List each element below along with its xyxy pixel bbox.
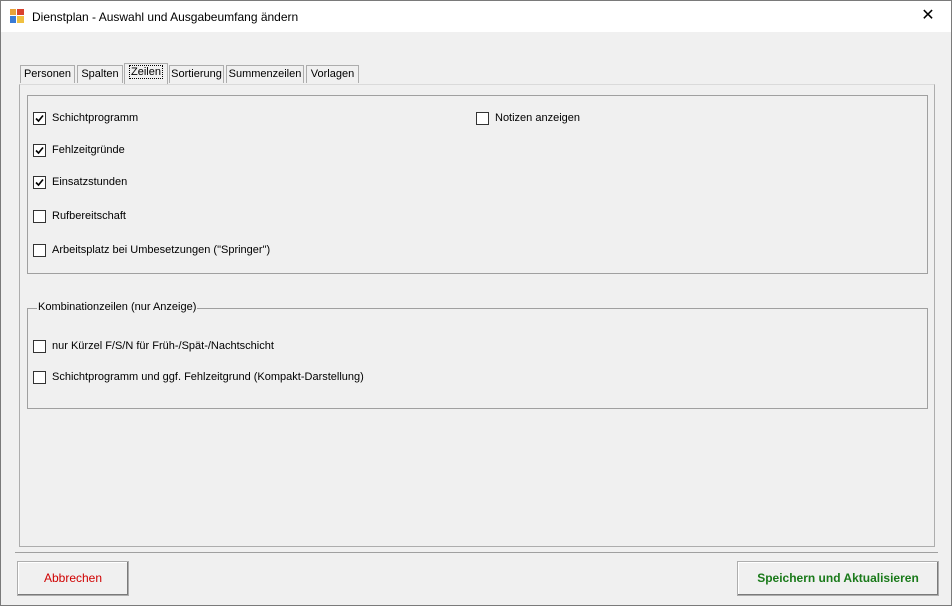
checkbox-label: Schichtprogramm	[52, 112, 139, 124]
dienstplan-app-icon	[10, 9, 24, 23]
tab-personen[interactable]: Personen	[20, 65, 75, 83]
checkbox-label: Fehlzeitgründe	[52, 144, 125, 156]
checkbox-box[interactable]	[476, 112, 489, 125]
checkbox-label: Schichtprogramm und ggf. Fehlzeitgrund (…	[52, 371, 364, 383]
checkbox-box[interactable]	[33, 244, 46, 257]
tab-label: Personen	[23, 68, 72, 80]
checkbox-box[interactable]	[33, 176, 46, 189]
checkbox-label: Einsatzstunden	[52, 176, 128, 188]
title-bar[interactable]: Dienstplan - Auswahl und Ausgabeumfang ä…	[1, 1, 951, 32]
checkbox-box[interactable]	[33, 112, 46, 125]
tab-label: Spalten	[81, 68, 119, 80]
tab-summenzeilen[interactable]: Summenzeilen	[226, 65, 304, 83]
checkbox-box[interactable]	[33, 144, 46, 157]
tab-sortierung[interactable]: Sortierung	[169, 65, 224, 83]
checkbox-label: Arbeitsplatz bei Umbesetzungen ("Springe…	[52, 244, 271, 256]
cancel-button[interactable]: Abbrechen	[17, 561, 129, 596]
combo-group-legend: Kombinationzeilen (nur Anzeige)	[37, 301, 198, 313]
tab-label: Vorlagen	[310, 68, 355, 80]
close-icon[interactable]: ✕	[905, 1, 951, 32]
checkbox-box[interactable]	[33, 340, 46, 353]
combo-group-box	[27, 308, 928, 409]
checkbox-box[interactable]	[33, 210, 46, 223]
tab-label: Summenzeilen	[228, 68, 302, 80]
checkbox-label: Rufbereitschaft	[52, 210, 126, 222]
save-and-refresh-button[interactable]: Speichern und Aktualisieren	[737, 561, 939, 596]
checkbox-box[interactable]	[33, 371, 46, 384]
tab-label: Sortierung	[171, 68, 222, 80]
window-title: Dienstplan - Auswahl und Ausgabeumfang ä…	[32, 10, 299, 24]
checkbox-label: nur Kürzel F/S/N für Früh-/Spät-/Nachtsc…	[52, 340, 274, 352]
tab-zeilen[interactable]: Zeilen	[124, 63, 168, 84]
tab-spalten[interactable]: Spalten	[77, 65, 123, 83]
footer-divider	[15, 552, 938, 553]
tab-vorlagen[interactable]: Vorlagen	[306, 65, 359, 83]
checkbox-label: Notizen anzeigen	[495, 112, 581, 124]
tab-label: Zeilen	[129, 65, 163, 79]
